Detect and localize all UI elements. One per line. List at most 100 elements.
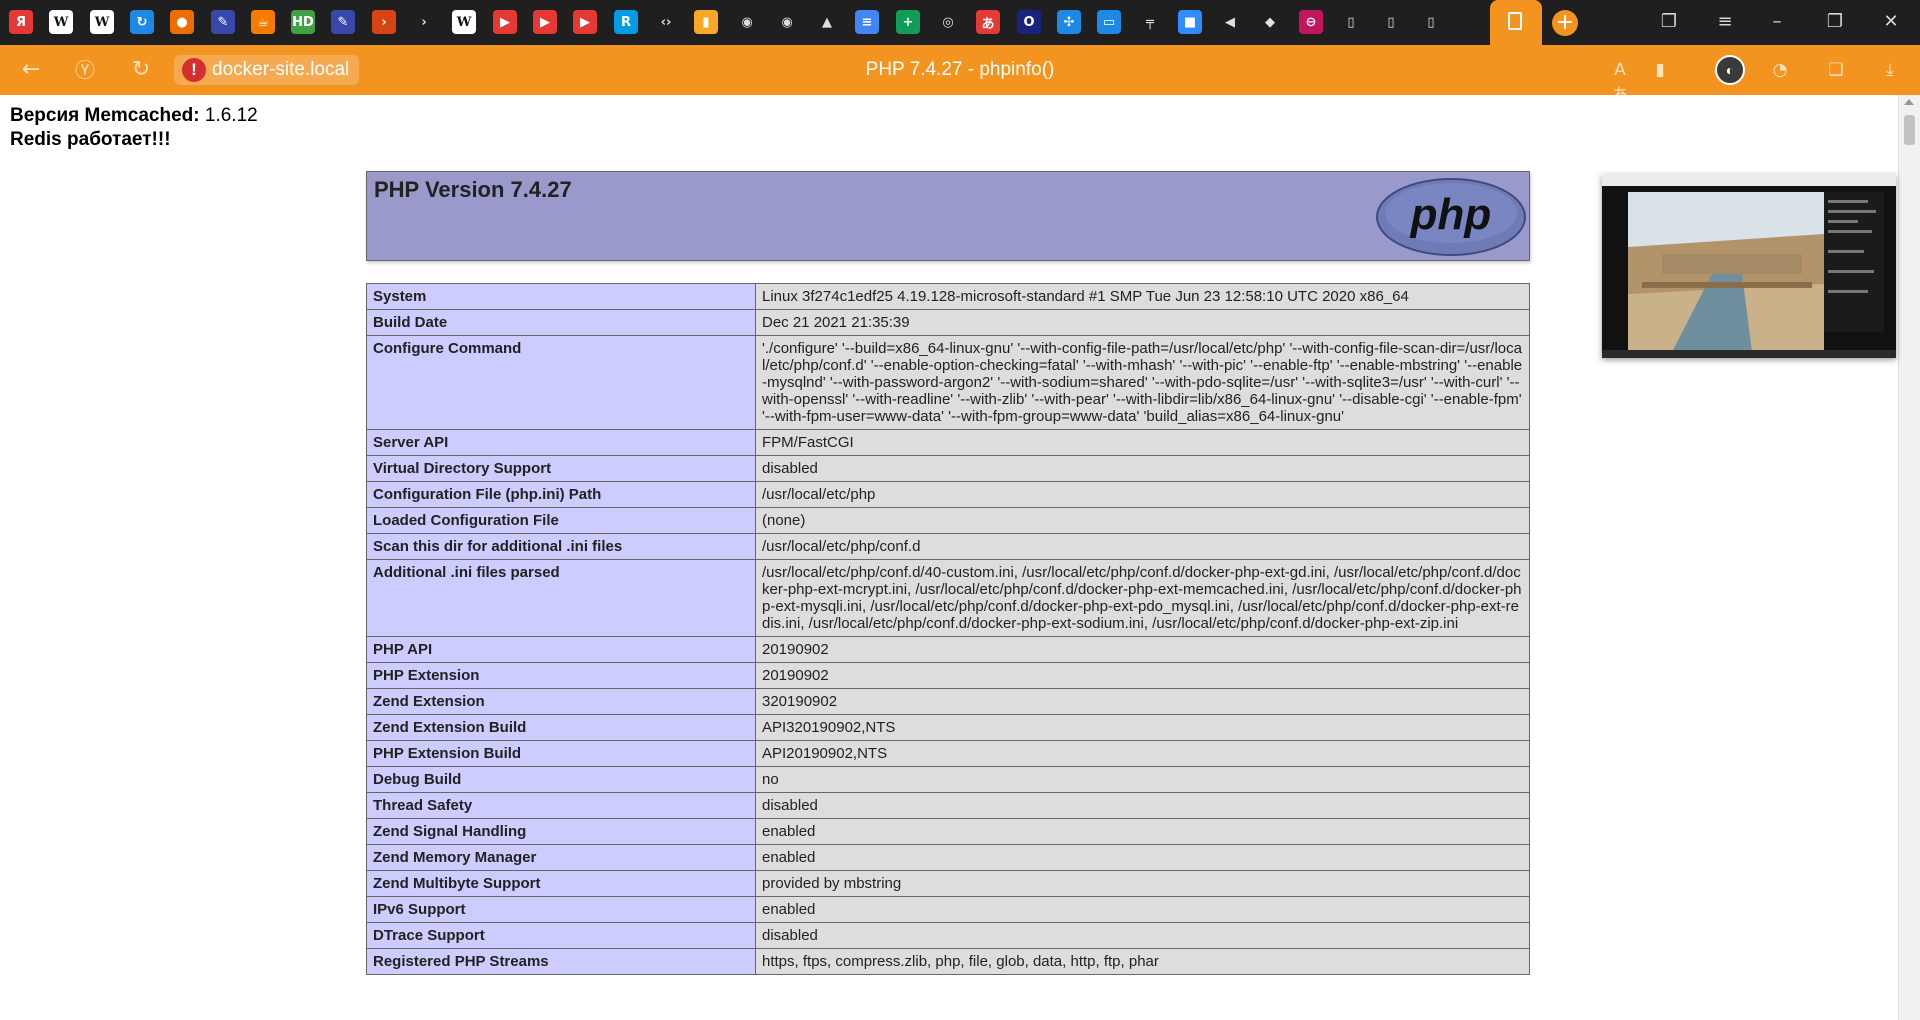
row-value: enabled [755, 818, 1530, 845]
url-text: docker-site.local [212, 59, 350, 80]
opera-icon[interactable]: O [1017, 10, 1041, 34]
row-value: /usr/local/etc/php [755, 481, 1530, 508]
row-value: disabled [755, 455, 1530, 482]
reload-button[interactable]: ↻ [126, 55, 156, 85]
document-icon[interactable]: ▯ [1339, 10, 1363, 34]
address-bar: ← Ⓨ ↻ ! docker-site.local PHP 7.4.27 - p… [0, 45, 1920, 106]
translate-icon[interactable]: R [614, 10, 638, 34]
insecure-warning-icon[interactable]: ! [182, 58, 206, 82]
image-icon[interactable]: ✎ [211, 10, 235, 34]
row-key: Thread Safety [366, 792, 756, 819]
translate-icon[interactable]: あ [976, 10, 1000, 34]
row-key: Zend Extension [366, 688, 756, 715]
youtube-icon[interactable]: ▶ [493, 10, 517, 34]
table-row: PHP API 20190902 [366, 636, 1530, 663]
bookmark-icon[interactable]: ● [170, 10, 194, 34]
memcached-version: 1.6.12 [204, 105, 258, 126]
code-icon[interactable]: ‹› [654, 10, 678, 34]
scrollbar-thumb[interactable] [1904, 115, 1915, 145]
row-value: 20190902 [755, 662, 1530, 689]
new-tab-button[interactable]: + [1552, 10, 1578, 36]
row-key: Zend Memory Manager [366, 844, 756, 871]
table-row: Build Date Dec 21 2021 21:35:39 [366, 309, 1530, 336]
row-key: Configuration File (php.ini) Path [366, 481, 756, 508]
row-value: (none) [755, 507, 1530, 534]
yandex-home-icon[interactable]: Ⓨ [70, 55, 100, 85]
close-window-button[interactable]: ✕ [1876, 8, 1906, 36]
speaker-icon[interactable]: ◀ [1218, 10, 1242, 34]
row-value: API320190902,NTS [755, 714, 1530, 741]
back-button[interactable]: ← [16, 55, 46, 85]
php-logo[interactable]: php [1375, 177, 1527, 257]
picture-in-picture-preview[interactable] [1602, 174, 1896, 358]
active-tab[interactable] [1490, 0, 1542, 45]
table-row: PHP Extension Build API20190902,NTS [366, 740, 1530, 767]
row-key: Additional .ini files parsed [366, 559, 756, 637]
row-key: IPv6 Support [366, 896, 756, 923]
table-row: PHP Extension 20190902 [366, 662, 1530, 689]
table-row: Debug Build no [366, 766, 1530, 793]
youtube-icon[interactable]: ▶ [533, 10, 557, 34]
php-version-heading: PHP Version 7.4.27 [374, 177, 572, 202]
chart-icon[interactable]: ▮ [694, 10, 718, 34]
document-icon [1508, 12, 1522, 30]
document-icon[interactable]: ▯ [1419, 10, 1443, 34]
wikipedia-icon[interactable]: W [49, 10, 73, 34]
scrollbar[interactable] [1898, 95, 1920, 1020]
network-icon[interactable]: ✣ [1057, 10, 1081, 34]
menu-icon[interactable]: ≡ [1710, 8, 1740, 36]
gitlab-icon[interactable]: ◆ [1258, 10, 1282, 34]
yandex-icon[interactable]: Я [9, 10, 33, 34]
google-drive-icon[interactable]: ▲ [815, 10, 839, 34]
wikipedia-icon[interactable]: W [90, 10, 114, 34]
row-key: Configure Command [366, 335, 756, 430]
extension-icon[interactable]: ◐ [1715, 55, 1745, 85]
row-key: Zend Multibyte Support [366, 870, 756, 897]
github-icon[interactable]: ◉ [735, 10, 759, 34]
extension-icon[interactable]: ◔ [1766, 57, 1794, 83]
chat-icon[interactable]: ▭ [1097, 10, 1121, 34]
hd-icon[interactable]: HD [291, 10, 315, 34]
bookmark-icon[interactable]: ▮ [1646, 57, 1674, 83]
table-row: IPv6 Support enabled [366, 896, 1530, 923]
row-key: Virtual Directory Support [366, 455, 756, 482]
java-icon[interactable]: ☕ [251, 10, 275, 34]
scroll-up-arrow-icon[interactable] [1904, 99, 1914, 105]
row-value: enabled [755, 896, 1530, 923]
document-icon[interactable]: ▯ [1379, 10, 1403, 34]
minimize-button[interactable]: – [1762, 8, 1792, 36]
php-header: PHP Version 7.4.27 php [366, 171, 1530, 261]
table-row: Virtual Directory Support disabled [366, 455, 1530, 482]
row-value: /usr/local/etc/php/conf.d [755, 533, 1530, 560]
url-field[interactable]: ! docker-site.local [174, 55, 360, 85]
table-row: Server API FPM/FastCGI [366, 429, 1530, 456]
wikipedia-icon[interactable]: W [452, 10, 476, 34]
row-value: FPM/FastCGI [755, 429, 1530, 456]
github-icon[interactable]: ◉ [775, 10, 799, 34]
tab-overview-icon[interactable]: ❐ [1654, 8, 1684, 36]
sync-icon[interactable]: ↻ [130, 10, 154, 34]
row-value: './configure' '--build=x86_64-linux-gnu'… [755, 335, 1530, 430]
image-icon[interactable]: ✎ [331, 10, 355, 34]
restore-button[interactable]: ❐ [1820, 8, 1850, 36]
row-key: Debug Build [366, 766, 756, 793]
google-sheets-icon[interactable]: + [896, 10, 920, 34]
php-logo-text: php [1410, 190, 1492, 239]
youtube-icon[interactable]: ▶ [573, 10, 597, 34]
table-row: System Linux 3f274c1edf25 4.19.128-micros… [366, 283, 1530, 310]
row-value: no [755, 766, 1530, 793]
pin-icon[interactable]: ╤ [1138, 10, 1162, 34]
collections-icon[interactable]: ❏ [1822, 57, 1850, 83]
zoom-icon[interactable]: ■ [1178, 10, 1202, 34]
redis-status: Redis работает!!! [10, 129, 171, 150]
powerpoint-icon[interactable]: › [372, 10, 396, 34]
stop-icon[interactable]: ⊖ [1299, 10, 1323, 34]
chrome-icon[interactable]: ◎ [936, 10, 960, 34]
table-row: DTrace Support disabled [366, 922, 1530, 949]
translate-icon[interactable]: Aあ [1606, 57, 1634, 106]
arrow-icon[interactable]: › [412, 10, 436, 34]
row-key: PHP Extension [366, 662, 756, 689]
google-docs-icon[interactable]: ≡ [855, 10, 879, 34]
download-icon[interactable]: ⤓ [1876, 57, 1904, 83]
tab-strip: Я W W ↻ ● ✎ ☕ HD ✎ › › W ▶ ▶ ▶ R ‹› ▮ ◉ ◉ ▲ ≡ + ◎ あ O ✣ ▭ ╤ ■ ◀ ◆ ⊖ ▯ ▯ ▯ +… [0, 0, 1920, 45]
